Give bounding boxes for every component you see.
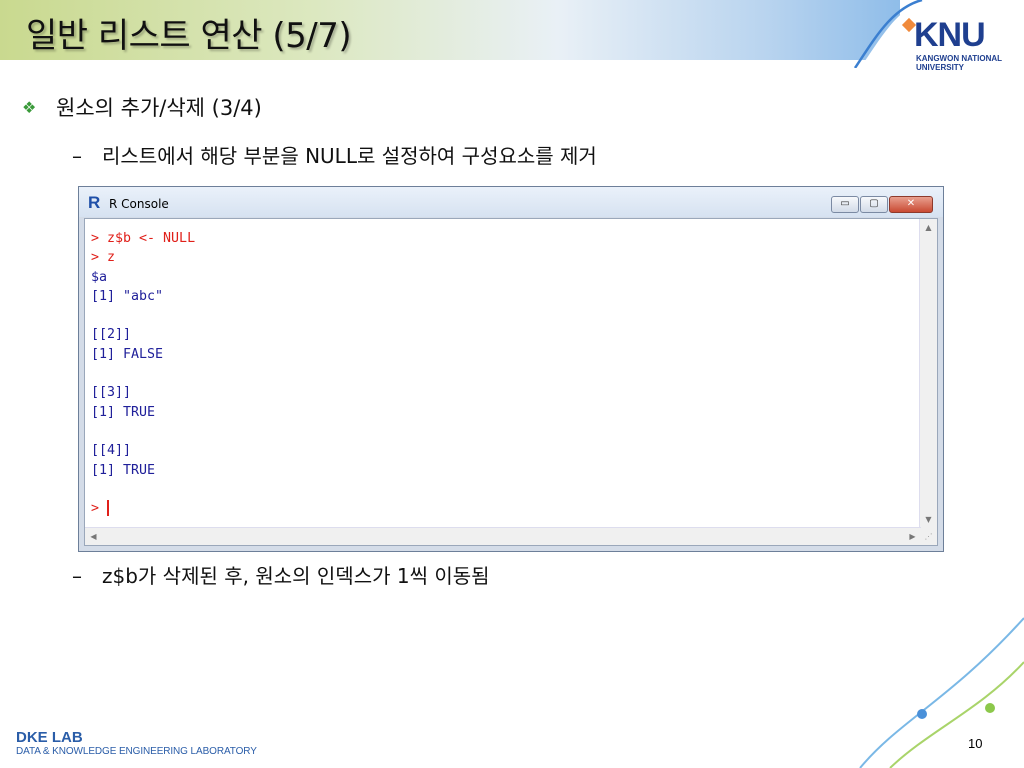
dash-marker: – <box>72 144 82 168</box>
console-line: $a <box>91 269 108 285</box>
console-output[interactable]: > z$b <- NULL > z $a [1] "abc" [[2]] [1] FALS… <box>91 229 195 518</box>
console-line: [[2]] <box>91 327 132 343</box>
sub-bullet-2: – z$b가 삭제된 후, 원소의 인덱스가 1씩 이동됨 <box>72 560 490 589</box>
close-button[interactable]: ✕ <box>889 196 933 213</box>
horizontal-scrollbar[interactable]: ◀ ▶ <box>85 527 921 545</box>
vertical-scrollbar[interactable]: ▲ ▼ <box>919 219 937 528</box>
arrow-down-icon[interactable]: ▼ <box>920 511 937 528</box>
logo-subtitle: KANGWON NATIONAL UNIVERSITY <box>916 54 1006 72</box>
resize-grip-icon[interactable]: ⋰ <box>920 528 937 545</box>
window-title: R Console <box>109 197 169 211</box>
slide-title: 일반 리스트 연산 (5/7) <box>26 16 352 56</box>
console-area[interactable]: > z$b <- NULL > z $a [1] "abc" [[2]] [1] FALS… <box>84 218 938 546</box>
console-line: > z <box>91 250 116 266</box>
dash-marker: – <box>72 564 82 588</box>
logo-subtitle-line2: UNIVERSITY <box>916 63 965 72</box>
diamond-cluster-icon: ❖ <box>22 98 37 117</box>
sub-bullet-1: – 리스트에서 해당 부분을 NULL로 설정하여 구성요소를 제거 <box>72 140 597 169</box>
console-line: [1] FALSE <box>91 346 164 362</box>
r-logo-icon: R <box>88 193 101 212</box>
arrow-up-icon[interactable]: ▲ <box>920 219 937 236</box>
console-line: [[4]] <box>91 443 132 459</box>
footer-lab-full: DATA & KNOWLEDGE ENGINEERING LABORATORY <box>16 746 257 757</box>
title-banner: 일반 리스트 연산 (5/7) <box>0 0 1024 68</box>
text-cursor <box>107 500 110 517</box>
console-line: [[3]] <box>91 385 132 401</box>
page-number: 10 <box>968 736 983 751</box>
arrow-right-icon[interactable]: ▶ <box>904 528 921 545</box>
decorative-curves <box>859 617 1024 768</box>
r-console-window[interactable]: R R Console ▭ ▢ ✕ > z$b <- NULL > z $a [1] … <box>78 186 944 552</box>
arrow-left-icon[interactable]: ◀ <box>85 528 102 545</box>
console-line: [1] "abc" <box>91 288 164 304</box>
sub-bullet-1-text: 리스트에서 해당 부분을 NULL로 설정하여 구성요소를 제거 <box>102 144 597 168</box>
main-bullet: ❖ 원소의 추가/삭제 (3/4) <box>22 92 262 122</box>
footer-lab-name: DKE LAB <box>16 729 83 746</box>
logo-name: KNU <box>914 16 986 54</box>
console-line: [1] TRUE <box>91 462 156 478</box>
console-line: [1] TRUE <box>91 404 156 420</box>
console-line: > z$b <- NULL <box>91 231 196 246</box>
maximize-button[interactable]: ▢ <box>860 196 888 213</box>
sub-bullet-2-text: z$b가 삭제된 후, 원소의 인덱스가 1씩 이동됨 <box>102 564 490 588</box>
logo-subtitle-line1: KANGWON NATIONAL <box>916 54 1003 63</box>
knu-logo: KNU KANGWON NATIONAL UNIVERSITY <box>898 12 1008 82</box>
window-title-bar[interactable]: R R Console ▭ ▢ ✕ <box>79 187 943 217</box>
minimize-button[interactable]: ▭ <box>831 196 859 213</box>
console-line: > <box>91 499 195 518</box>
main-bullet-text: 원소의 추가/삭제 (3/4) <box>56 96 262 120</box>
